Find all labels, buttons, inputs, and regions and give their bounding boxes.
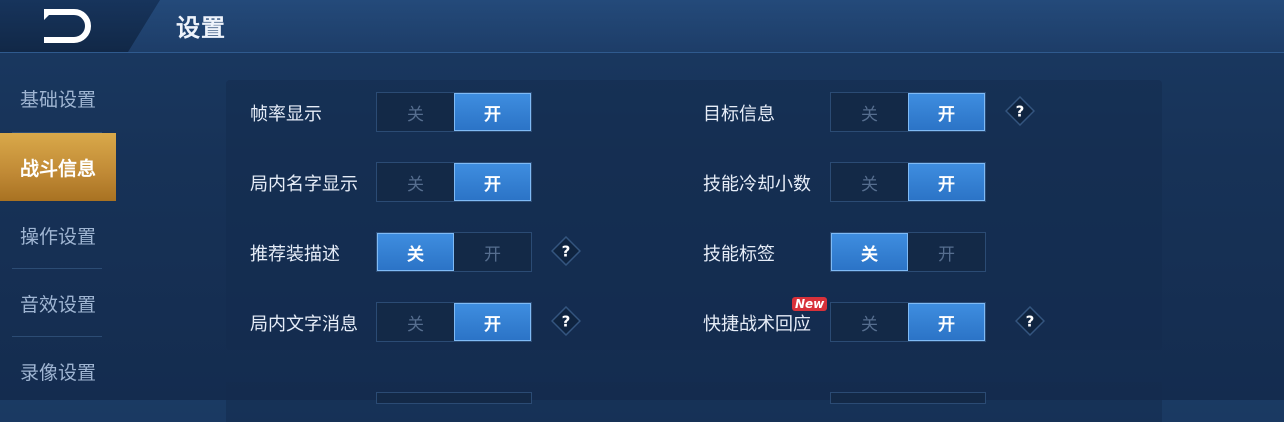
help-icon[interactable]: ? (1015, 306, 1045, 336)
toggle-on-option[interactable]: 开 (908, 163, 985, 201)
sidebar: 基础设置 战斗信息 操作设置 音效设置 录像设置 (0, 64, 116, 400)
toggle-off-option[interactable]: 关 (831, 93, 908, 131)
toggle-on-option[interactable]: 开 (908, 93, 985, 131)
setting-label-cooldown-decimal: 技能冷却小数 (703, 174, 811, 195)
toggle-on-option[interactable]: 开 (908, 233, 985, 271)
setting-label-frame-rate: 帧率显示 (250, 104, 322, 125)
setting-label-name-display: 局内名字显示 (250, 174, 358, 195)
setting-label-recommended-items: 推荐装描述 (250, 244, 340, 265)
toggle-next-row-left[interactable] (376, 392, 532, 404)
help-icon[interactable]: ? (1005, 96, 1035, 126)
toggle-on-option[interactable]: 开 (454, 233, 531, 271)
help-glyph: ? (1026, 313, 1035, 331)
sidebar-item-basic[interactable]: 基础设置 (0, 64, 116, 132)
sidebar-item-replay[interactable]: 录像设置 (0, 337, 116, 405)
toggle-on-option[interactable]: 开 (454, 163, 531, 201)
help-glyph: ? (1016, 103, 1025, 121)
toggle-off-option[interactable]: 关 (831, 163, 908, 201)
sidebar-item-controls[interactable]: 操作设置 (0, 201, 116, 269)
toggle-recommended-items[interactable]: 关 开 (376, 232, 532, 272)
toggle-on-option[interactable]: 开 (908, 303, 985, 341)
settings-panel-next (226, 382, 1162, 422)
top-bar: 设置 (0, 0, 1284, 53)
toggle-target-info[interactable]: 关 开 (830, 92, 986, 132)
toggle-off-option[interactable]: 关 (377, 303, 454, 341)
back-arrow-icon[interactable] (38, 8, 98, 44)
toggle-text-messages[interactable]: 关 开 (376, 302, 532, 342)
toggle-off-option[interactable]: 关 (831, 303, 908, 341)
toggle-off-option[interactable]: 关 (377, 233, 454, 271)
help-glyph: ? (562, 313, 571, 331)
toggle-cooldown-decimal[interactable]: 关 开 (830, 162, 986, 202)
help-icon[interactable]: ? (551, 236, 581, 266)
toggle-quick-tactics[interactable]: 关 开 (830, 302, 986, 342)
toggle-next-row-right[interactable] (830, 392, 986, 404)
toggle-on-option[interactable]: 开 (454, 303, 531, 341)
sidebar-item-battle-info[interactable]: 战斗信息 (0, 133, 116, 201)
toggle-on-option[interactable]: 开 (454, 93, 531, 131)
setting-label-skill-tags: 技能标签 (703, 244, 775, 265)
setting-label-quick-tactics: 快捷战术回应 (703, 314, 811, 335)
toggle-off-option[interactable]: 关 (377, 93, 454, 131)
sidebar-item-sound[interactable]: 音效设置 (0, 269, 116, 337)
toggle-name-display[interactable]: 关 开 (376, 162, 532, 202)
toggle-off-option[interactable]: 关 (831, 233, 908, 271)
help-glyph: ? (562, 243, 571, 261)
toggle-skill-tags[interactable]: 关 开 (830, 232, 986, 272)
setting-label-text-messages: 局内文字消息 (250, 314, 358, 335)
page-title: 设置 (176, 14, 226, 42)
new-badge: New (792, 297, 828, 311)
setting-label-target-info: 目标信息 (703, 104, 775, 125)
help-icon[interactable]: ? (551, 306, 581, 336)
toggle-frame-rate[interactable]: 关 开 (376, 92, 532, 132)
toggle-off-option[interactable]: 关 (377, 163, 454, 201)
